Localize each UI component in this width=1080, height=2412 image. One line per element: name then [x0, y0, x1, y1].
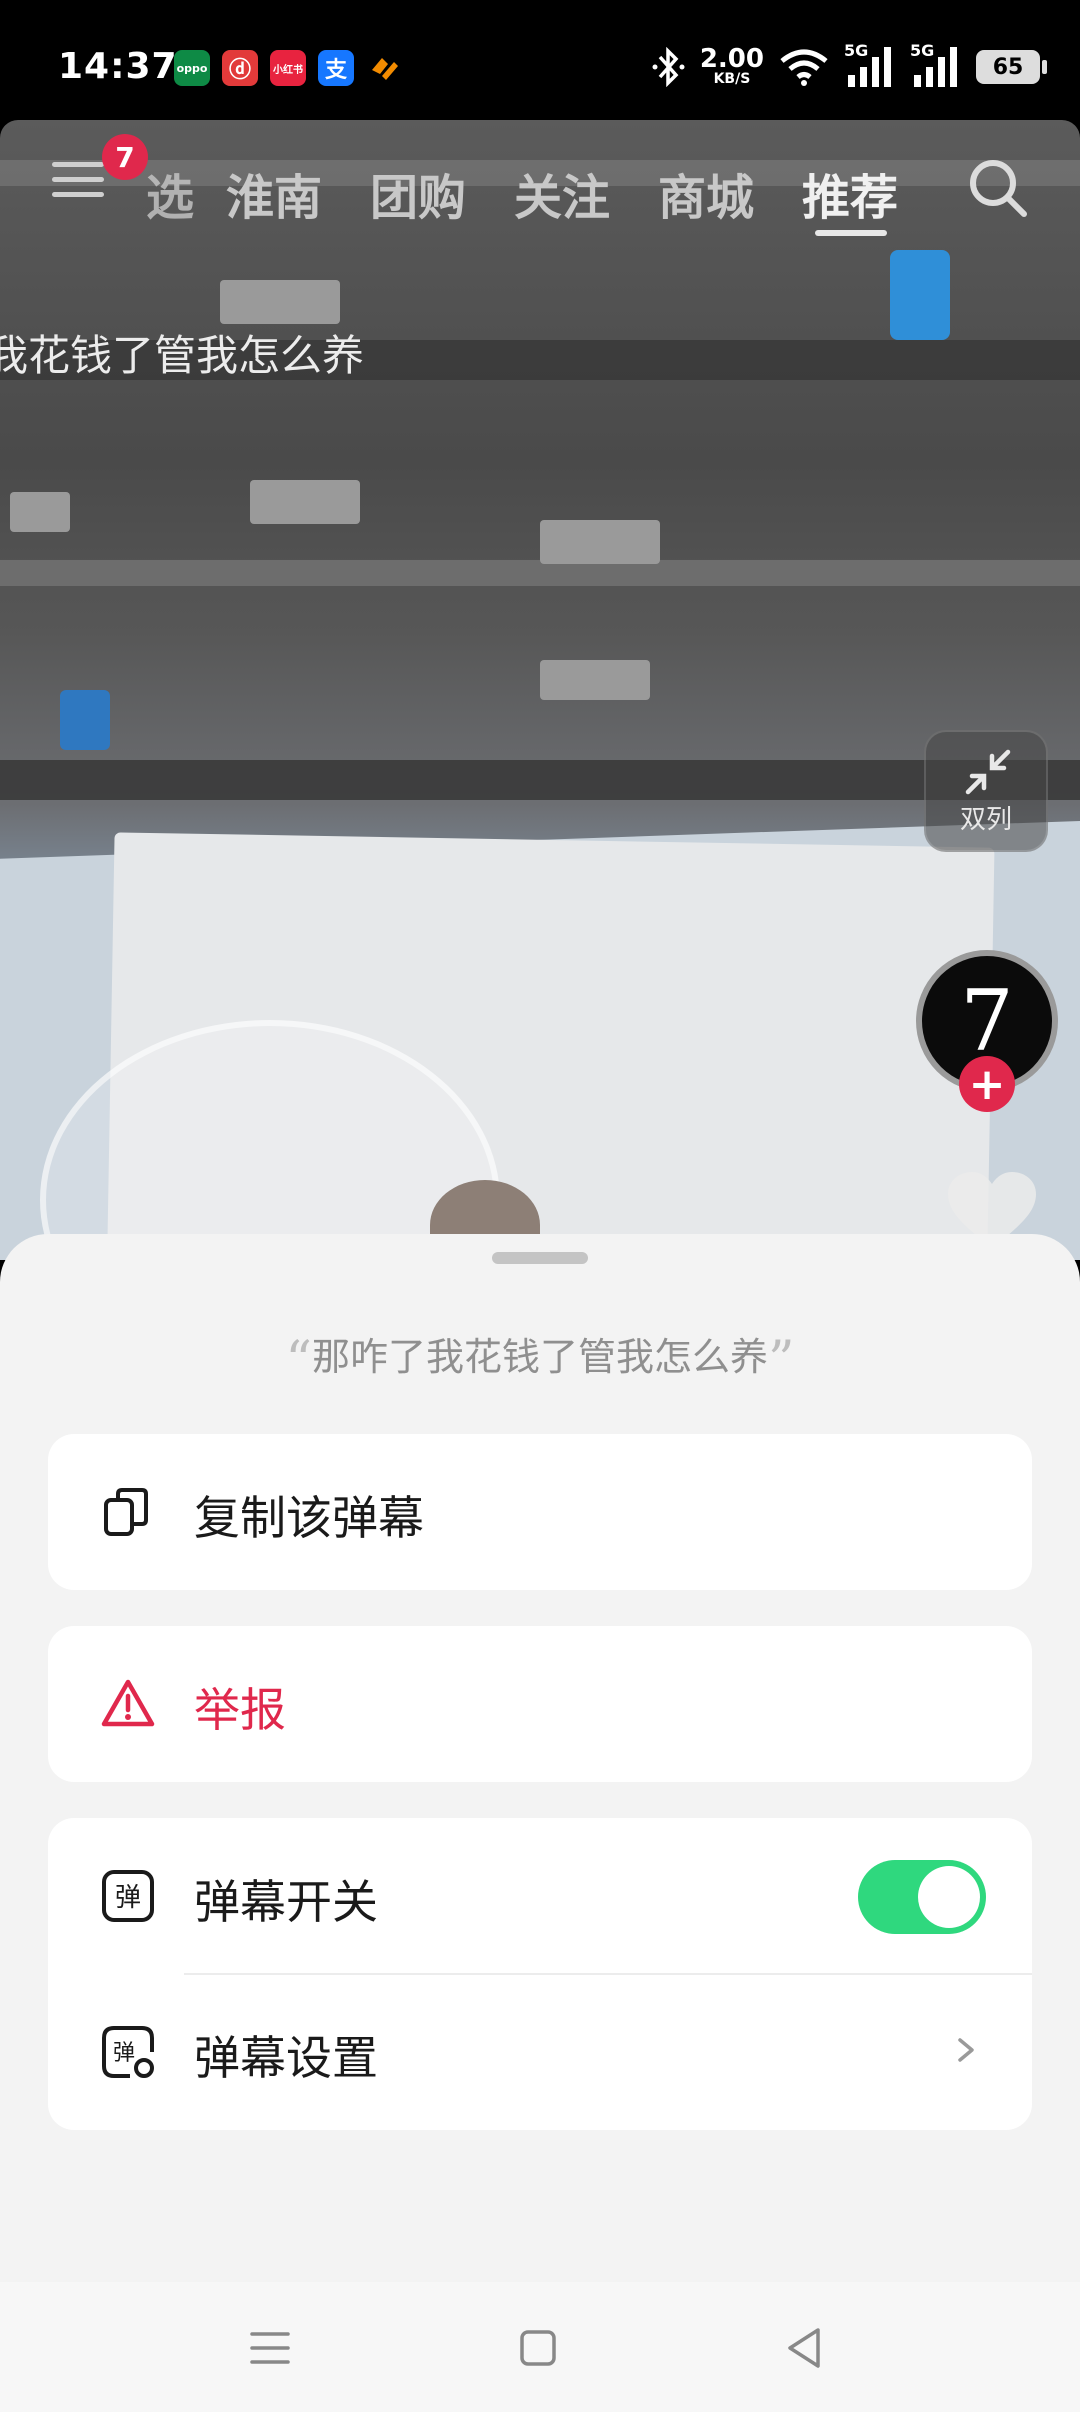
sheet-grabber[interactable] [492, 1252, 588, 1264]
menu-icon[interactable] [52, 162, 104, 202]
danmaku-settings-icon: 弹 [102, 2026, 154, 2078]
search-icon[interactable] [966, 156, 1030, 220]
status-indicators: 2.00 KB/S 5G 5G 65 [652, 41, 1047, 92]
tab-mall[interactable]: 商城 [658, 158, 754, 228]
toggle-knob [918, 1866, 980, 1928]
signal1-label: 5G [844, 41, 869, 60]
danmaku-settings-label: 弹幕设置 [194, 2031, 378, 2085]
copy-danmaku-button[interactable]: 复制该弹幕 [48, 1434, 1032, 1590]
svg-text:弹: 弹 [115, 1883, 141, 1913]
background-tag [890, 250, 950, 340]
danmaku-toggle-row: 弹 弹幕开关 [48, 1818, 1032, 1974]
follow-plus-button[interactable]: + [959, 1056, 1015, 1112]
danmaku-settings-button[interactable]: 弹 弹幕设置 [48, 1974, 1032, 2130]
active-tab-indicator [815, 230, 887, 236]
tab-partial[interactable]: 选 [146, 158, 194, 228]
home-icon[interactable] [514, 2324, 562, 2372]
tab-recommend[interactable]: 推荐 [802, 158, 898, 228]
report-button[interactable]: 举报 [48, 1626, 1032, 1782]
signal-icon-1: 5G [844, 41, 896, 89]
signal2-label: 5G [910, 41, 935, 60]
net-speed: 2.00 KB/S [699, 44, 764, 87]
xiaohongshu-icon: 小红书 [270, 50, 306, 86]
status-time: 14:37 [58, 46, 178, 87]
status-bar: 14:37 oppo ⓓ 小红书 支 2.00 KB/S 5G 5G 65 [0, 0, 1080, 120]
recents-icon[interactable] [246, 2324, 294, 2372]
app-icon-orange [366, 50, 402, 86]
quote-text: 那咋了我花钱了管我怎么养 [311, 1335, 768, 1379]
background-tag [60, 690, 110, 750]
chevron-right-icon [958, 2038, 974, 2062]
background-shelf [0, 560, 1080, 586]
wifi-icon [780, 49, 828, 86]
svg-text:弹: 弹 [113, 2041, 135, 2066]
alipay-icon: 支 [318, 50, 354, 86]
background-shelf [0, 760, 1080, 800]
tab-group-buy[interactable]: 团购 [370, 158, 466, 228]
tab-following[interactable]: 关注 [514, 158, 610, 228]
quote-open: “ [285, 1331, 312, 1391]
copy-danmaku-card: 复制该弹幕 [48, 1434, 1032, 1590]
report-card: 举报 [48, 1626, 1032, 1782]
back-icon[interactable] [782, 2324, 830, 2372]
background-label [540, 660, 650, 700]
report-label: 举报 [194, 1683, 286, 1737]
danmaku-toggle-label: 弹幕开关 [194, 1875, 378, 1929]
bluetooth-icon [652, 47, 685, 87]
background-label [10, 492, 70, 532]
background-label [250, 480, 360, 524]
danmaku-settings-card: 弹 弹幕开关 弹 弹幕设置 [48, 1818, 1032, 2130]
battery-indicator: 65 [976, 50, 1047, 84]
danmaku-quote: “那咋了我花钱了管我怎么养” [0, 1326, 1080, 1391]
background-label [220, 280, 340, 324]
net-speed-value: 2.00 [699, 44, 764, 74]
collapse-icon [965, 749, 1011, 795]
background-label [540, 520, 660, 564]
menu-badge: 7 [102, 134, 148, 180]
system-nav-bar [0, 2282, 1080, 2412]
top-nav: 7 选 淮南 团购 关注 商城 推荐 [0, 130, 1080, 240]
quote-close: ” [768, 1331, 795, 1391]
netease-music-icon: ⓓ [222, 50, 258, 86]
dual-column-label: 双列 [959, 805, 1012, 835]
signal-icon-2: 5G [910, 41, 962, 89]
danmaku-action-sheet: “那咋了我花钱了管我怎么养” 复制该弹幕 举报 弹 弹幕开关 弹 弹幕设置 [0, 1234, 1080, 2282]
video-player[interactable] [0, 120, 1080, 1260]
danmaku-comment[interactable]: 我花钱了管我怎么养 [0, 322, 364, 383]
tab-huainan[interactable]: 淮南 [226, 158, 322, 228]
danmaku-icon: 弹 [102, 1870, 154, 1922]
dual-column-button[interactable]: 双列 [924, 730, 1048, 852]
copy-danmaku-label: 复制该弹幕 [194, 1491, 424, 1545]
copy-icon [104, 1488, 148, 1536]
warning-icon [101, 1679, 155, 1727]
danmaku-toggle-switch[interactable] [858, 1860, 986, 1934]
oppo-store-icon: oppo [174, 50, 210, 86]
